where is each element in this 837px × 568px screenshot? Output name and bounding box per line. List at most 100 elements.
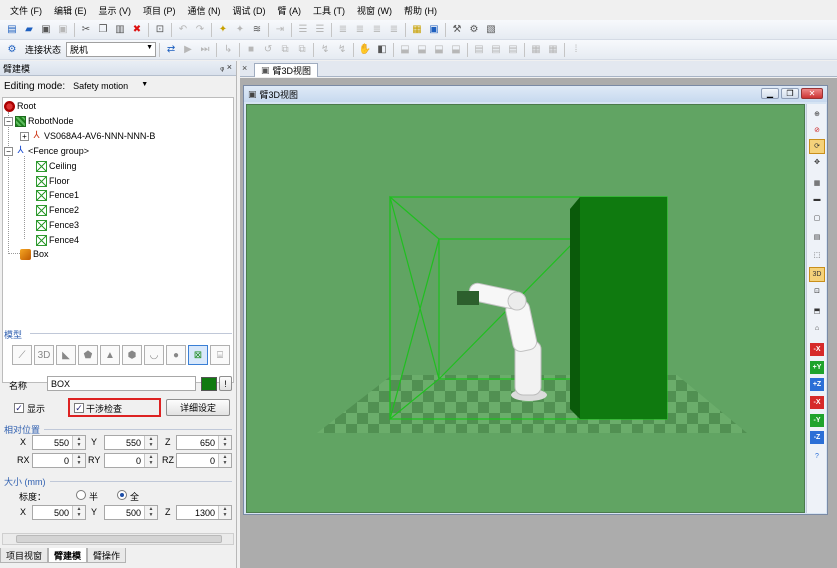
breakpoint-icon[interactable]: ⧉ — [277, 42, 293, 58]
list-d-icon[interactable]: ≣ — [386, 22, 402, 38]
layers-icon[interactable]: ≋ — [249, 22, 265, 38]
shape-sphere-icon[interactable]: ● — [166, 345, 186, 365]
run-icon[interactable]: ▶ — [180, 42, 196, 58]
view-tool-layout-icon[interactable]: ▤ — [810, 231, 824, 244]
shape-box-icon[interactable]: ⊠ — [188, 345, 208, 365]
footstep-icon[interactable]: ⁞ — [568, 42, 584, 58]
script-icon[interactable]: ▧ — [483, 22, 499, 38]
view-tool-minus-z-icon[interactable]: -Z — [810, 431, 824, 444]
paste-icon[interactable]: ▥ — [112, 22, 128, 38]
close-icon[interactable]: ✕ — [801, 88, 823, 99]
list-a-icon[interactable]: ≣ — [335, 22, 351, 38]
hand-icon[interactable]: ✋ — [357, 42, 373, 58]
var-b-icon[interactable]: ▤ — [488, 42, 504, 58]
color-picker-button[interactable]: ! — [219, 376, 232, 391]
tree-node-floor[interactable]: Floor — [36, 174, 70, 188]
list-b-icon[interactable]: ≣ — [352, 22, 368, 38]
cut-icon[interactable]: ✂ — [78, 22, 94, 38]
pos-ry-input[interactable]: 0 ▲ ▼ — [104, 453, 158, 468]
tree-node-fence-group[interactable]: − ⅄ <Fence group> — [4, 144, 89, 158]
3d-viewport[interactable] — [246, 104, 805, 513]
color-swatch[interactable] — [201, 377, 217, 391]
view-tool-minus-x2-icon[interactable]: -X — [810, 396, 824, 409]
view-tool-robot-icon[interactable]: ⬒ — [810, 305, 824, 318]
delete-icon[interactable]: ✖ — [129, 22, 145, 38]
stop-icon[interactable]: ■ — [243, 42, 259, 58]
menu-edit[interactable]: 编辑 (E) — [48, 4, 93, 17]
shape-cone-icon[interactable]: ▲ — [100, 345, 120, 365]
view-tool-plus-z-icon[interactable]: +Z — [810, 378, 824, 391]
tree-node-fence4[interactable]: Fence4 — [36, 233, 79, 247]
shape-polyhedron-icon[interactable]: ⬢ — [122, 345, 142, 365]
size-y-input[interactable]: 500 ▲ ▼ — [104, 505, 158, 520]
build-all-icon[interactable]: ✦ — [232, 22, 248, 38]
connection-mode-select[interactable]: 脱机 ▼ — [66, 42, 157, 57]
spinner-icon[interactable]: ▲ ▼ — [72, 506, 85, 519]
view-tool-pan-icon[interactable]: ✥ — [810, 156, 824, 169]
io-a-icon[interactable]: ⬓ — [397, 42, 413, 58]
editing-mode-select[interactable]: Safety motion ▼ — [69, 79, 151, 94]
detail-settings-button[interactable]: 详细设定 — [166, 399, 230, 416]
view-tool-rotate-icon[interactable]: ⟳ — [809, 139, 825, 154]
view-tool-camera-icon[interactable]: ▢ — [810, 212, 824, 225]
shape-line-icon[interactable]: ⟋ — [12, 345, 32, 365]
shape-cup-icon[interactable]: ◡ — [144, 345, 164, 365]
close-tab-icon[interactable]: × — [242, 63, 247, 73]
restore-icon[interactable]: ❐ — [781, 88, 799, 99]
view-tool-block-icon[interactable]: ⊘ — [810, 124, 824, 137]
tab-arm-operation[interactable]: 臂操作 — [87, 548, 127, 563]
menu-window[interactable]: 视窗 (W) — [351, 4, 398, 17]
view-tool-3d-icon[interactable]: 3D — [809, 267, 825, 282]
scale-half-radio[interactable] — [76, 490, 86, 500]
name-input[interactable]: BOX — [47, 376, 196, 391]
undo-icon[interactable]: ↶ — [175, 22, 191, 38]
view-tool-zoom-icon[interactable]: ⊕ — [810, 108, 824, 121]
tree-node-box[interactable]: Box — [20, 247, 49, 261]
step-icon[interactable]: ⏭ — [197, 42, 213, 58]
redo-icon[interactable]: ↷ — [192, 22, 208, 38]
spinner-icon[interactable]: ▲ ▼ — [218, 506, 231, 519]
collapse-icon[interactable]: − — [4, 116, 13, 126]
size-x-input[interactable]: 500 ▲ ▼ — [32, 505, 86, 520]
menu-communication[interactable]: 通信 (N) — [182, 4, 227, 17]
build-icon[interactable]: ✦ — [215, 22, 231, 38]
tree-node-robotnode[interactable]: − RobotNode — [4, 114, 74, 128]
view-tool-frame-icon[interactable]: ⬚ — [810, 249, 824, 262]
copy-icon[interactable]: ❐ — [95, 22, 111, 38]
menu-tools[interactable]: 工具 (T) — [307, 4, 351, 17]
menu-view[interactable]: 显示 (V) — [93, 4, 138, 17]
view-tool-minus-x-icon[interactable]: -X — [810, 343, 824, 356]
menu-project[interactable]: 项目 (P) — [137, 4, 182, 17]
shape-wedge-icon[interactable]: ◣ — [56, 345, 76, 365]
arm-tool-icon[interactable]: ⚙ — [466, 22, 482, 38]
view-tool-plus-y-icon[interactable]: +Y — [810, 361, 824, 374]
pos-y-input[interactable]: 550 ▲ ▼ — [104, 435, 158, 450]
shape-3d-icon[interactable]: 3D — [34, 345, 54, 365]
io-d-icon[interactable]: ⬓ — [448, 42, 464, 58]
table-icon[interactable]: ▦ — [409, 22, 425, 38]
menu-debug[interactable]: 调试 (D) — [227, 4, 272, 17]
collapse-icon[interactable]: − — [4, 146, 13, 156]
log-b-icon[interactable]: ▦ — [545, 42, 561, 58]
display-checkbox[interactable]: ✓ — [14, 403, 24, 413]
tab-arm-3d-view[interactable]: ▣ 臂3D视图 — [254, 63, 319, 77]
tab-arm-modeling[interactable]: 臂建模 — [48, 548, 88, 563]
trace-a-icon[interactable]: ↯ — [317, 42, 333, 58]
new-icon[interactable]: ▤ — [4, 22, 20, 38]
tree-node-fence1[interactable]: Fence1 — [36, 188, 79, 202]
watch-icon[interactable]: ⧉ — [294, 42, 310, 58]
save-all-icon[interactable]: ▣ — [55, 22, 71, 38]
spinner-icon[interactable]: ▲ ▼ — [144, 454, 157, 467]
robot-tool-icon[interactable]: ⚒ — [449, 22, 465, 38]
expand-icon[interactable]: + — [20, 131, 29, 141]
menu-file[interactable]: 文件 (F) — [4, 4, 48, 17]
spinner-icon[interactable]: ▲ ▼ — [218, 436, 231, 449]
align-right-icon[interactable]: ☰ — [312, 22, 328, 38]
view-tool-fit-icon[interactable]: ⊡ — [810, 285, 824, 298]
view-tool-ruler-icon[interactable]: ▬ — [810, 193, 824, 206]
window-icon[interactable]: ▣ — [426, 22, 442, 38]
pos-z-input[interactable]: 650 ▲ ▼ — [176, 435, 232, 450]
spinner-icon[interactable]: ▲ ▼ — [218, 454, 231, 467]
view-tool-grid-icon[interactable]: ▦ — [810, 177, 824, 190]
step-into-icon[interactable]: ↳ — [220, 42, 236, 58]
